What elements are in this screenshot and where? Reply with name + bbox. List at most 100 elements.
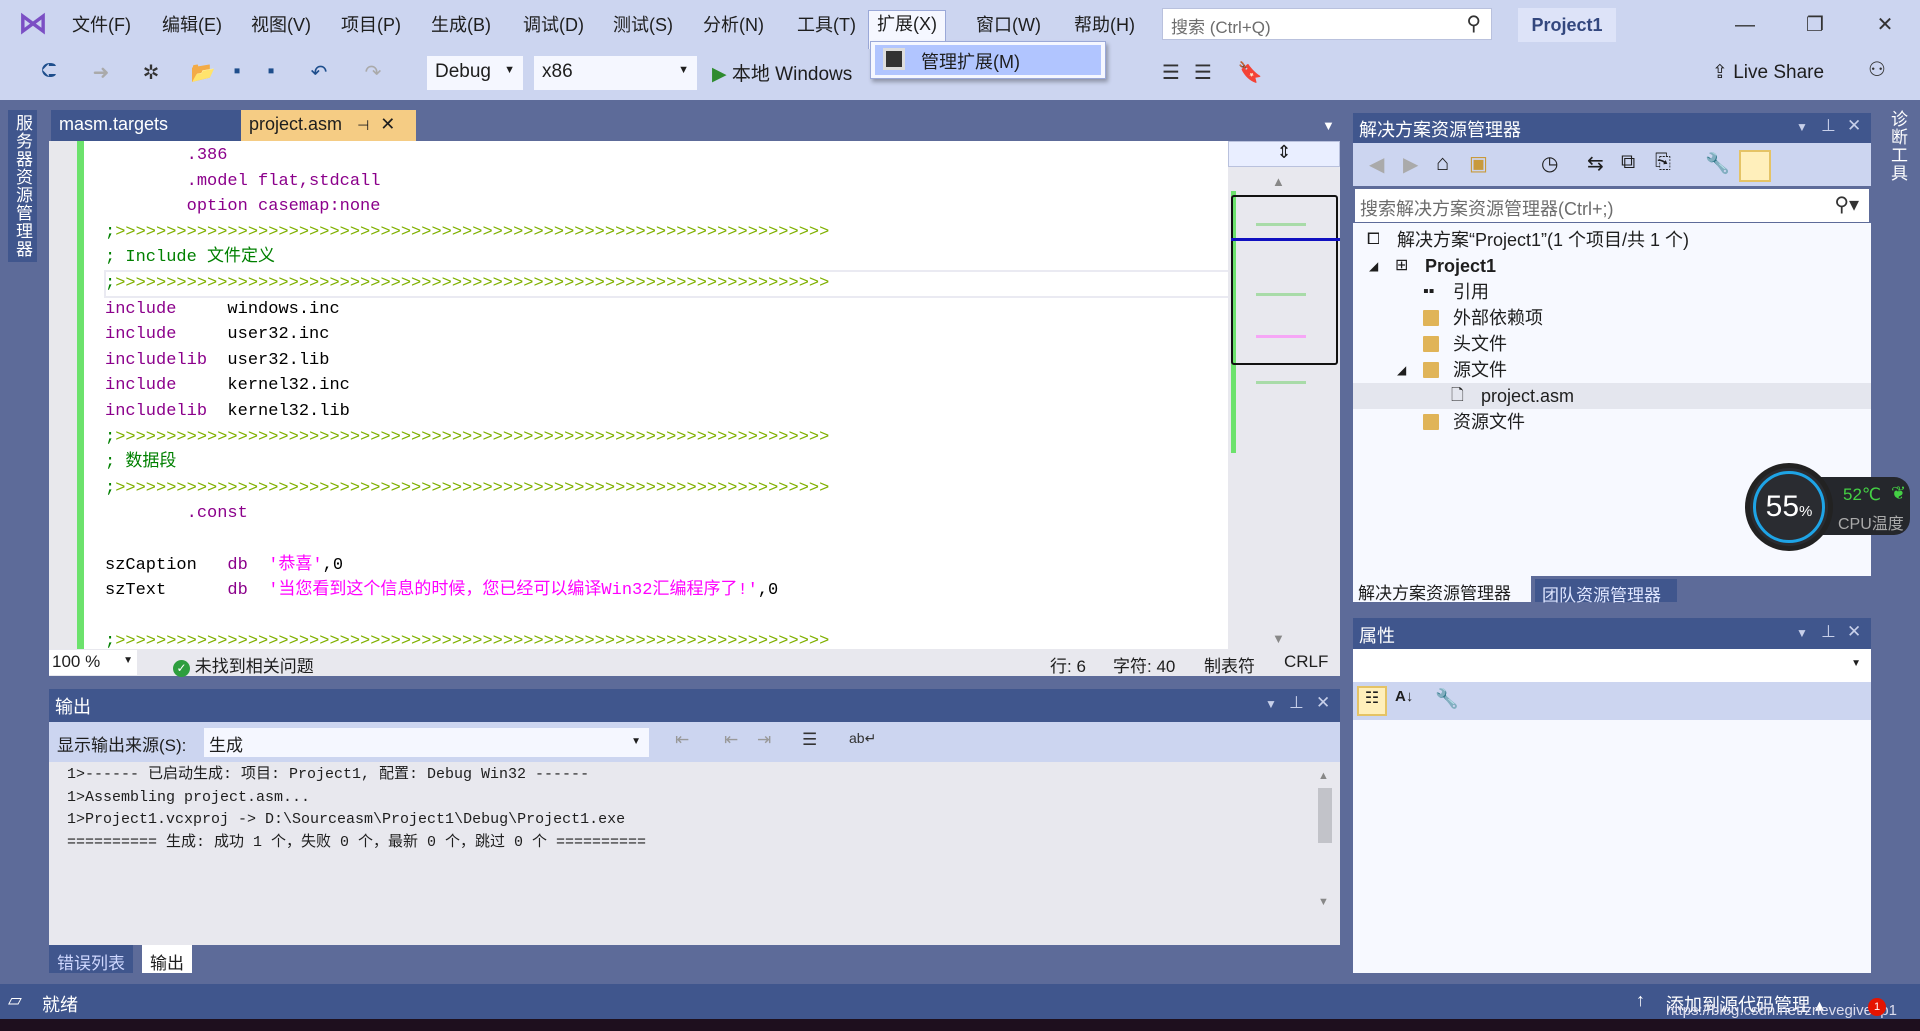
clear-all-icon[interactable]: ☰ (802, 730, 817, 750)
menu-8[interactable]: 工具(T) (789, 12, 864, 42)
scroll-up-icon[interactable]: ▲ (1272, 174, 1285, 189)
scroll-thumb[interactable] (1318, 788, 1332, 843)
forward-icon[interactable]: ▶ (1403, 152, 1418, 177)
property-pages-icon[interactable]: 🔧 (1435, 687, 1459, 711)
menu-4[interactable]: 生成(B) (423, 12, 499, 42)
dropdown-icon[interactable]: ▼ (1796, 120, 1808, 134)
pin-icon[interactable]: ⊣ (357, 117, 369, 133)
tab-error-list[interactable]: 错误列表 (49, 945, 133, 973)
minimap-scrollbar[interactable]: ⇕ ▲ ▼ (1228, 141, 1340, 649)
close-button[interactable]: ✕ (1862, 8, 1908, 42)
platform-select[interactable]: x86 ▼ (534, 56, 697, 90)
visual-studio-logo[interactable]: ⋈ (18, 8, 50, 40)
server-explorer-tab[interactable]: 服务器资源管理器 (8, 110, 37, 262)
alphabetical-icon[interactable]: A↓ (1395, 688, 1413, 705)
forward-icon[interactable]: ➜ (88, 60, 114, 85)
close-icon[interactable]: ✕ (1316, 693, 1330, 713)
tab-solution-explorer[interactable]: 解决方案资源管理器 (1353, 576, 1531, 603)
menu-11[interactable]: 帮助(H) (1066, 12, 1143, 42)
cpu-monitor-widget[interactable]: 55% 52℃ ❦ CPU温度 (1745, 463, 1910, 551)
tree-item[interactable]: 🗋 project.asm (1353, 383, 1871, 409)
word-wrap-icon[interactable]: ab↵ (849, 730, 876, 747)
next-message-icon[interactable]: ⇥ (757, 730, 771, 750)
solution-search-input[interactable]: 搜索解决方案资源管理器(Ctrl+;) ⚲▾ (1355, 189, 1869, 222)
save-icon[interactable]: ▪ (224, 60, 250, 83)
pin-icon[interactable]: ⊥ (1821, 622, 1836, 642)
menu-3[interactable]: 项目(P) (333, 12, 409, 42)
scroll-down-icon[interactable]: ▼ (1272, 631, 1285, 646)
pin-icon[interactable]: ⊥ (1289, 693, 1304, 713)
code-text[interactable]: .386 .model flat,stdcall option casemap:… (104, 143, 1228, 649)
close-icon[interactable]: ✕ (1847, 622, 1861, 642)
menu-1[interactable]: 编辑(E) (154, 12, 230, 42)
tab-overflow-icon[interactable]: ▼ (1322, 118, 1335, 133)
redo-icon[interactable]: ↷ (360, 60, 386, 85)
output-text[interactable]: 1>------ 已启动生成: 项目: Project1, 配置: Debug … (49, 762, 1340, 945)
properties-icon[interactable]: 🔧 (1705, 151, 1730, 176)
dropdown-icon[interactable]: ▼ (1796, 626, 1808, 640)
expand-arrow-icon[interactable]: ◢ (1369, 253, 1378, 279)
undo-icon[interactable]: ↶ (306, 60, 332, 85)
open-folder-icon[interactable]: 📂 (190, 60, 216, 85)
menu-5[interactable]: 调试(D) (515, 12, 592, 42)
code-editor[interactable]: .386 .model flat,stdcall option casemap:… (49, 141, 1228, 649)
categorized-icon[interactable]: ☷ (1357, 686, 1387, 716)
back-icon[interactable]: ◀ (1369, 152, 1384, 177)
line-ending[interactable]: CRLF (1284, 652, 1328, 672)
tab-team-explorer[interactable]: 团队资源管理器 (1535, 579, 1677, 605)
close-icon[interactable]: ✕ (1847, 116, 1861, 136)
close-tab-icon[interactable]: ✕ (380, 114, 395, 134)
menu-10[interactable]: 窗口(W) (968, 12, 1049, 42)
split-icon[interactable]: ⇕ (1228, 141, 1340, 167)
properties-object-select[interactable]: ▼ (1353, 649, 1871, 682)
configuration-select[interactable]: Debug ▼ (427, 56, 523, 90)
tree-item[interactable]: 外部依赖项 (1353, 305, 1871, 331)
preview-toggle-icon[interactable] (1739, 150, 1771, 182)
show-all-files-icon[interactable]: ⎘ (1655, 151, 1671, 174)
menu-item-manage-extensions[interactable]: 管理扩展(M) (875, 45, 1101, 75)
home-icon[interactable]: ⌂ (1436, 150, 1449, 176)
search-input[interactable]: 搜索 (Ctrl+Q) ⚲ (1162, 8, 1492, 40)
collapse-all-icon[interactable]: ⧉ (1621, 151, 1635, 174)
prev-message-icon[interactable]: ⇤ (724, 730, 738, 750)
restore-button[interactable]: ❐ (1792, 8, 1838, 42)
outdent-icon[interactable]: ☰ (1190, 60, 1216, 85)
switch-views-icon[interactable]: ▣ (1469, 151, 1488, 176)
expand-arrow-icon[interactable]: ◢ (1397, 357, 1406, 383)
tree-item[interactable]: ◢ 源文件 (1353, 357, 1871, 383)
menu-2[interactable]: 视图(V) (243, 12, 319, 42)
save-all-icon[interactable]: ▪ (258, 60, 284, 83)
live-share-button[interactable]: ⇪ Live Share (1712, 61, 1824, 84)
pending-changes-icon[interactable]: ◷ (1541, 151, 1558, 176)
bookmark-icon[interactable]: 🔖 (1237, 60, 1263, 85)
diagnostic-tools-tab[interactable]: 诊断工具 (1885, 110, 1910, 182)
output-scrollbar[interactable]: ▲ ▼ (1318, 770, 1332, 910)
output-source-select[interactable]: 生成 ▼ (204, 728, 649, 757)
back-icon[interactable]: ⮈ (36, 60, 62, 83)
sync-icon[interactable]: ⇆ (1587, 151, 1604, 176)
tab-output[interactable]: 输出 (142, 945, 192, 973)
zoom-select[interactable]: 100 % ▼ (49, 650, 137, 675)
notification-badge[interactable]: 1 (1868, 998, 1886, 1016)
tree-item[interactable]: ⧠ 解决方案“Project1”(1 个项目/共 1 个) (1353, 227, 1871, 253)
pin-icon[interactable]: ⊥ (1821, 116, 1836, 136)
menu-0[interactable]: 文件(F) (64, 12, 139, 42)
menu-6[interactable]: 测试(S) (605, 12, 681, 42)
tree-item[interactable]: ▪▪ 引用 (1353, 279, 1871, 305)
tab-masm-targets[interactable]: masm.targets (51, 110, 241, 141)
find-message-icon[interactable]: ⇤ (675, 730, 689, 750)
tree-item[interactable]: 头文件 (1353, 331, 1871, 357)
tree-item[interactable]: ◢ ⊞ Project1 (1353, 253, 1871, 279)
scroll-up-icon[interactable]: ▲ (1318, 770, 1329, 782)
indent-mode[interactable]: 制表符 (1204, 652, 1255, 677)
tab-project-asm[interactable]: project.asm ⊣ ✕ (241, 110, 416, 141)
feedback-icon[interactable]: ⚇ (1864, 57, 1890, 82)
scroll-down-icon[interactable]: ▼ (1318, 896, 1329, 908)
tree-item[interactable]: 资源文件 (1353, 409, 1871, 435)
issues-indicator[interactable]: ✓ 未找到相关问题 (173, 652, 314, 677)
menu-7[interactable]: 分析(N) (695, 12, 772, 42)
new-project-icon[interactable]: ✲ (138, 60, 164, 85)
dropdown-icon[interactable]: ▼ (1265, 697, 1277, 711)
minimize-button[interactable]: — (1722, 8, 1768, 42)
run-button[interactable]: ▶ 本地 Windows (712, 59, 852, 86)
